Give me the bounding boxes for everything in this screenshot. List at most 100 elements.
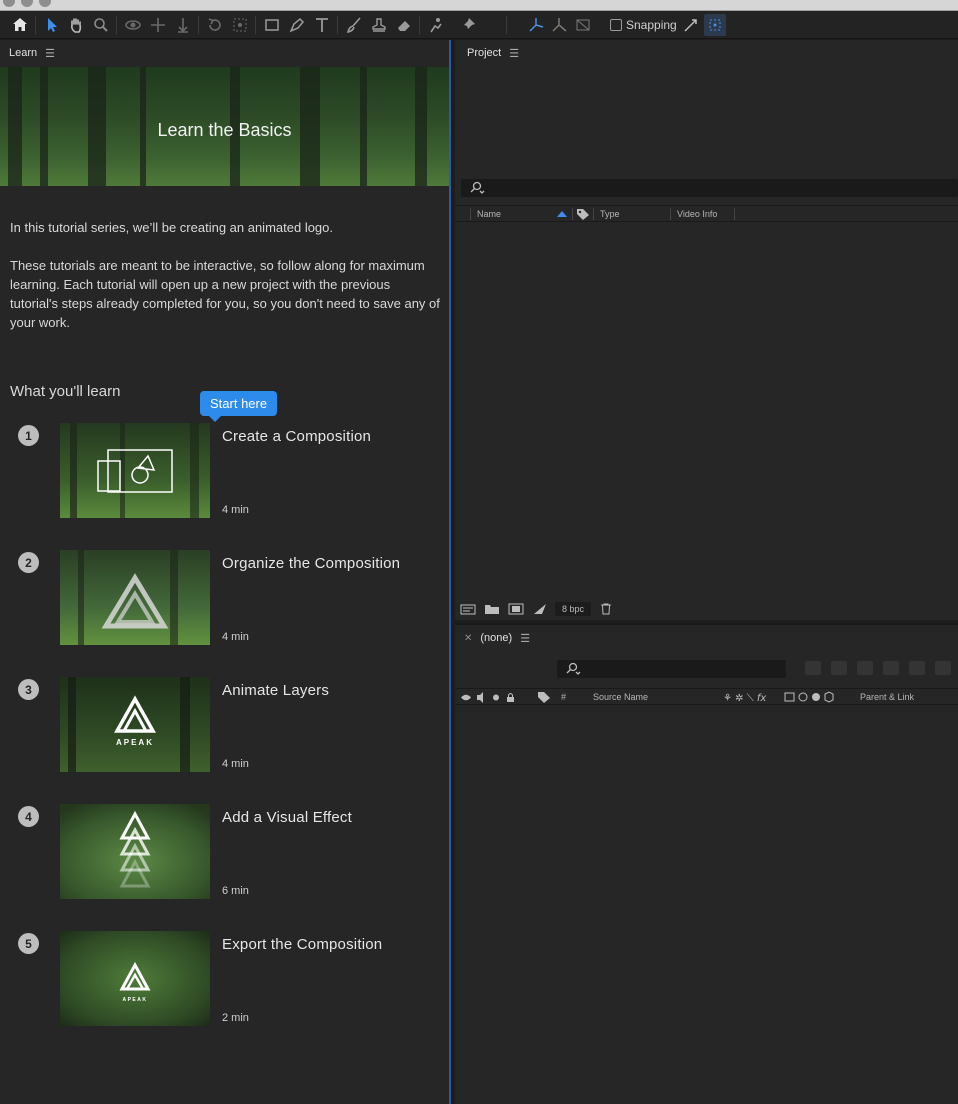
lesson-duration: 6 min [222,885,249,897]
snapping-checkbox[interactable] [610,19,622,31]
rotation-tool-icon[interactable] [204,14,226,36]
motion-blur-icon[interactable] [909,661,925,675]
pan-camera-icon[interactable] [147,14,169,36]
column-type[interactable]: Type [600,209,620,219]
column-parent-link[interactable]: Parent & Link [860,692,914,702]
lesson-number: 2 [18,552,39,573]
roto-brush-icon[interactable] [425,14,447,36]
toolbar-divider [255,16,256,34]
timeline-panel-menu-icon[interactable]: ☰ [520,632,530,645]
composition-mini-flowchart-icon[interactable] [805,661,821,675]
lesson-title[interactable]: Create a Composition [222,428,371,445]
lesson-thumbnail[interactable] [60,550,210,645]
column-name[interactable]: Name [477,209,501,219]
video-visibility-icon [461,694,471,701]
adobe-media-encoder-icon[interactable] [531,602,549,616]
world-axis-mode-icon[interactable] [548,14,570,36]
search-icon [566,662,581,675]
puppet-pin-icon[interactable] [457,14,479,36]
local-axis-mode-icon[interactable] [525,14,547,36]
column-layer-number[interactable]: # [561,692,566,702]
minimize-window-button[interactable] [21,0,33,7]
intro-text: In this tutorial series, we’ll be creati… [10,218,440,351]
label-tag-icon[interactable] [576,208,590,221]
lesson-number: 5 [18,933,39,954]
snap-features-icon[interactable] [704,14,726,36]
interpret-footage-icon[interactable] [459,602,477,616]
shy-layers-icon[interactable] [857,661,873,675]
type-tool-icon[interactable] [311,14,333,36]
learn-panel-title[interactable]: Learn [9,47,37,59]
learn-panel-header: Learn ☰ [0,40,449,66]
timeline-panel-header: ✕ (none) ☰ [455,625,958,651]
graph-editor-icon[interactable] [935,661,951,675]
lesson-thumbnail[interactable]: APEAK [60,931,210,1026]
project-search-input[interactable] [461,179,958,197]
close-tab-icon[interactable]: ✕ [464,633,472,644]
audio-icon [477,692,483,703]
timeline-tab-title[interactable]: (none) [480,632,512,644]
timeline-search-input[interactable] [557,660,786,678]
search-icon [470,181,485,194]
lesson-number: 4 [18,806,39,827]
new-folder-icon[interactable] [483,602,501,616]
lesson-title[interactable]: Animate Layers [222,682,329,699]
logo-text: APEAK [116,738,154,747]
trash-icon[interactable] [597,602,615,616]
orbit-camera-icon[interactable] [122,14,144,36]
view-axis-mode-icon[interactable] [572,14,594,36]
lesson-item[interactable]: 2 Organize the Composition 4 min [0,550,449,646]
solo-icon [493,694,499,701]
lesson-item[interactable]: 3 APEAK Animate Layers 4 min [0,677,449,773]
toolbar-divider [506,16,507,34]
lesson-item[interactable]: 4 Add a Visual Effect 6 min [0,804,449,900]
lesson-item[interactable]: 1 Create a Composition 4 min [0,423,449,519]
draft-3d-icon[interactable] [831,661,847,675]
frame-blending-icon[interactable] [883,661,899,675]
column-source-name[interactable]: Source Name [593,692,648,702]
sort-ascending-icon[interactable] [556,210,568,218]
lesson-thumbnail[interactable] [60,804,210,899]
pen-tool-icon[interactable] [286,14,308,36]
timeline-column-headers: # Source Name ⚘ ✲ ⟍ fx Parent & Link [455,688,958,705]
selection-tool-icon[interactable] [41,14,63,36]
close-window-button[interactable] [3,0,15,7]
lesson-title[interactable]: Export the Composition [222,936,382,953]
rectangle-tool-icon[interactable] [261,14,283,36]
snapping-toggle[interactable]: Snapping [610,18,677,32]
lesson-thumbnail[interactable]: APEAK [60,677,210,772]
lesson-item[interactable]: 5 APEAK Export the Composition 2 min [0,931,449,1027]
toolbar-divider [337,16,338,34]
project-panel-title[interactable]: Project [467,47,501,59]
lesson-title[interactable]: Add a Visual Effect [222,809,352,826]
lesson-thumbnail[interactable] [60,423,210,518]
tools-toolbar: Snapping [0,11,958,39]
brush-tool-icon[interactable] [343,14,365,36]
zoom-window-button[interactable] [39,0,51,7]
learn-panel-menu-icon[interactable]: ☰ [45,47,55,60]
toolbar-divider [35,16,36,34]
hand-tool-icon[interactable] [65,14,87,36]
start-here-tooltip[interactable]: Start here [200,391,278,422]
dolly-camera-icon[interactable] [172,14,194,36]
column-video-info[interactable]: Video Info [677,209,717,219]
clone-stamp-icon[interactable] [368,14,390,36]
new-composition-icon[interactable] [507,602,525,616]
timeline-panel: ✕ (none) ☰ # Source Name ⚘ ✲ ⟍ fx Parent… [455,623,958,1104]
project-panel-header: Project ☰ [455,40,958,66]
lesson-number: 3 [18,679,39,700]
zoom-tool-icon[interactable] [90,14,112,36]
label-tag-icon[interactable] [537,691,551,704]
home-icon[interactable] [9,14,31,36]
eraser-icon[interactable] [393,14,415,36]
snap-edges-icon[interactable] [680,14,702,36]
logo-text: APEAK [122,997,147,1003]
project-panel-menu-icon[interactable]: ☰ [509,47,519,60]
intro-paragraph-1: In this tutorial series, we’ll be creati… [10,220,334,235]
lesson-duration: 4 min [222,631,249,643]
svg-text:⚘ ✲ ⟍ fx: ⚘ ✲ ⟍ fx [723,693,766,703]
timeline-switches [805,661,951,675]
anchor-point-tool-icon[interactable] [229,14,251,36]
bit-depth-button[interactable]: 8 bpc [555,602,592,616]
lesson-title[interactable]: Organize the Composition [222,555,400,572]
